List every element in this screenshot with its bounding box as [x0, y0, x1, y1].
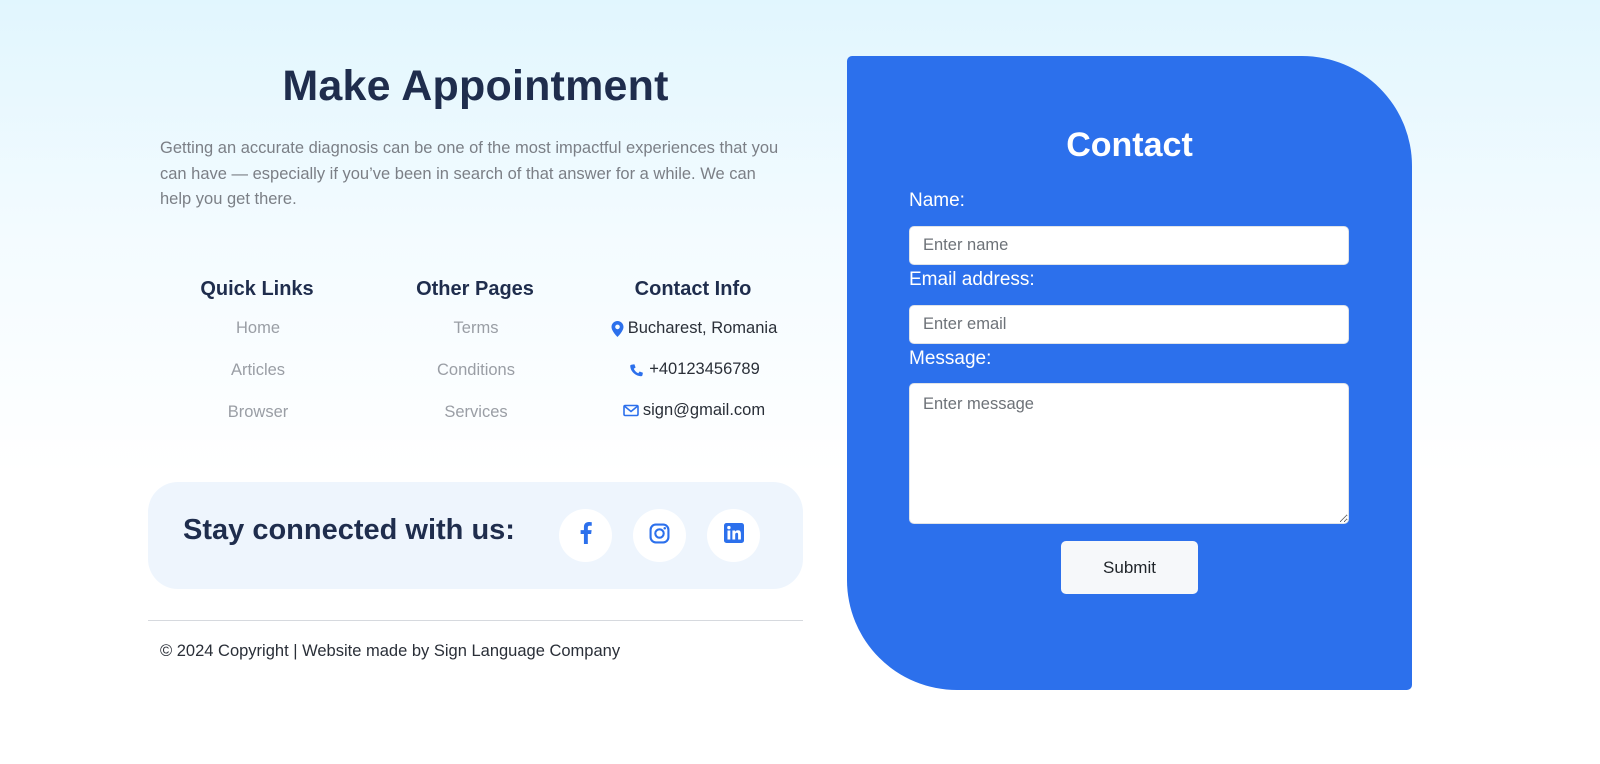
email-label: Email address: [909, 269, 1035, 290]
other-pages-column: Other Pages Terms Conditions Services [366, 278, 584, 421]
instagram-icon [649, 523, 670, 549]
message-label: Message: [909, 348, 992, 369]
facebook-icon [579, 522, 593, 549]
linkedin-button[interactable] [707, 509, 760, 562]
link-conditions[interactable]: Conditions [366, 361, 586, 380]
other-pages-heading: Other Pages [416, 278, 534, 300]
link-services[interactable]: Services [366, 403, 586, 422]
phone-icon [628, 362, 645, 378]
contact-email: sign@gmail.com [584, 401, 804, 422]
contact-info-heading: Contact Info [634, 278, 752, 300]
name-label: Name: [909, 190, 965, 211]
contact-location: Bucharest, Romania [584, 319, 804, 342]
contact-title: Contact [1066, 126, 1193, 164]
contact-phone-text: +40123456789 [649, 360, 760, 378]
copyright-text: © 2024 Copyright | Website made by Sign … [160, 642, 621, 660]
footer-columns: Quick Links Home Articles Browser Other … [148, 278, 803, 438]
contact-phone: +40123456789 [584, 360, 804, 383]
instagram-button[interactable] [633, 509, 686, 562]
page-title: Make Appointment [282, 62, 669, 110]
linkedin-icon [723, 523, 744, 548]
submit-button[interactable]: Submit [1061, 541, 1198, 594]
link-articles[interactable]: Articles [148, 361, 368, 380]
quick-links-column: Quick Links Home Articles Browser [148, 278, 366, 421]
contact-info-column: Contact Info Bucharest, Romania +4012345… [584, 278, 802, 419]
name-input[interactable] [909, 226, 1349, 265]
contact-email-text: sign@gmail.com [642, 401, 766, 419]
appointment-description: Getting an accurate diagnosis can be one… [160, 139, 779, 208]
facebook-button[interactable] [559, 509, 612, 562]
social-panel: Stay connected with us: [148, 482, 803, 589]
email-input[interactable] [909, 305, 1349, 344]
contact-location-text: Bucharest, Romania [627, 319, 778, 337]
location-pin-icon [611, 320, 624, 337]
quick-links-heading: Quick Links [200, 278, 314, 300]
social-label: Stay connected with us: [183, 514, 515, 546]
link-browser[interactable]: Browser [148, 403, 368, 422]
link-home[interactable]: Home [148, 319, 368, 338]
link-terms[interactable]: Terms [366, 319, 586, 338]
envelope-icon [623, 404, 639, 417]
message-textarea[interactable] [909, 383, 1349, 524]
footer-divider [148, 620, 803, 621]
contact-card: Contact Name: Email address: Message: Su… [847, 56, 1412, 690]
